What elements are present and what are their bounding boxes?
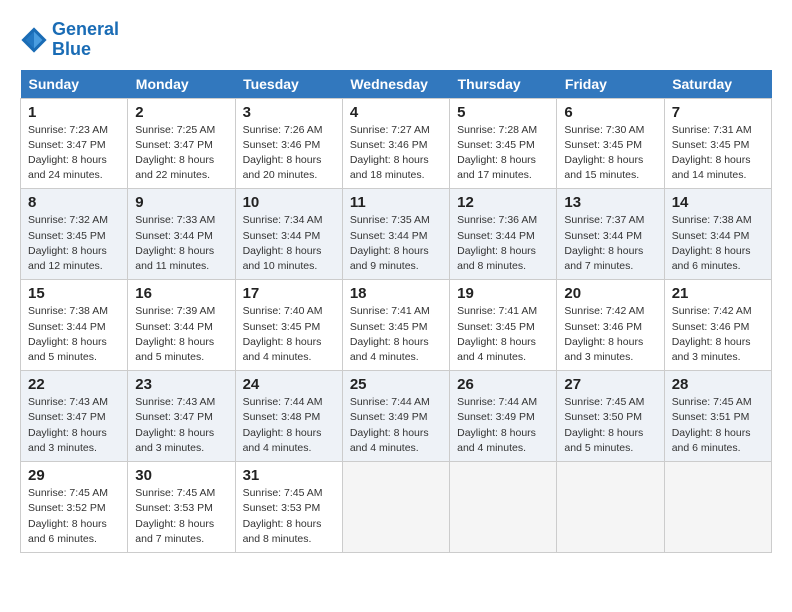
- day-cell: 19Sunrise: 7:41 AMSunset: 3:45 PMDayligh…: [450, 280, 557, 371]
- week-row-5: 29Sunrise: 7:45 AMSunset: 3:52 PMDayligh…: [21, 462, 772, 553]
- day-cell: 26Sunrise: 7:44 AMSunset: 3:49 PMDayligh…: [450, 371, 557, 462]
- logo-text: General Blue: [52, 20, 119, 60]
- page-header: General Blue: [20, 20, 772, 60]
- day-cell: 31Sunrise: 7:45 AMSunset: 3:53 PMDayligh…: [235, 462, 342, 553]
- week-row-2: 8Sunrise: 7:32 AMSunset: 3:45 PMDaylight…: [21, 189, 772, 280]
- day-cell: 10Sunrise: 7:34 AMSunset: 3:44 PMDayligh…: [235, 189, 342, 280]
- day-cell: 6Sunrise: 7:30 AMSunset: 3:45 PMDaylight…: [557, 98, 664, 189]
- day-cell: 8Sunrise: 7:32 AMSunset: 3:45 PMDaylight…: [21, 189, 128, 280]
- day-cell: 13Sunrise: 7:37 AMSunset: 3:44 PMDayligh…: [557, 189, 664, 280]
- col-sunday: Sunday: [21, 70, 128, 99]
- day-cell: [450, 462, 557, 553]
- day-cell: 11Sunrise: 7:35 AMSunset: 3:44 PMDayligh…: [342, 189, 449, 280]
- calendar-table: Sunday Monday Tuesday Wednesday Thursday…: [20, 70, 772, 553]
- day-cell: 24Sunrise: 7:44 AMSunset: 3:48 PMDayligh…: [235, 371, 342, 462]
- col-wednesday: Wednesday: [342, 70, 449, 99]
- day-cell: 30Sunrise: 7:45 AMSunset: 3:53 PMDayligh…: [128, 462, 235, 553]
- day-cell: 28Sunrise: 7:45 AMSunset: 3:51 PMDayligh…: [664, 371, 771, 462]
- col-tuesday: Tuesday: [235, 70, 342, 99]
- day-cell: [664, 462, 771, 553]
- day-cell: 14Sunrise: 7:38 AMSunset: 3:44 PMDayligh…: [664, 189, 771, 280]
- week-row-3: 15Sunrise: 7:38 AMSunset: 3:44 PMDayligh…: [21, 280, 772, 371]
- week-row-4: 22Sunrise: 7:43 AMSunset: 3:47 PMDayligh…: [21, 371, 772, 462]
- col-monday: Monday: [128, 70, 235, 99]
- day-cell: 27Sunrise: 7:45 AMSunset: 3:50 PMDayligh…: [557, 371, 664, 462]
- day-cell: 3Sunrise: 7:26 AMSunset: 3:46 PMDaylight…: [235, 98, 342, 189]
- day-cell: 17Sunrise: 7:40 AMSunset: 3:45 PMDayligh…: [235, 280, 342, 371]
- logo: General Blue: [20, 20, 119, 60]
- day-cell: 15Sunrise: 7:38 AMSunset: 3:44 PMDayligh…: [21, 280, 128, 371]
- col-friday: Friday: [557, 70, 664, 99]
- day-cell: 21Sunrise: 7:42 AMSunset: 3:46 PMDayligh…: [664, 280, 771, 371]
- logo-icon: [20, 26, 48, 54]
- day-cell: 7Sunrise: 7:31 AMSunset: 3:45 PMDaylight…: [664, 98, 771, 189]
- header-row: Sunday Monday Tuesday Wednesday Thursday…: [21, 70, 772, 99]
- day-cell: 1Sunrise: 7:23 AMSunset: 3:47 PMDaylight…: [21, 98, 128, 189]
- day-cell: [342, 462, 449, 553]
- col-thursday: Thursday: [450, 70, 557, 99]
- day-cell: 9Sunrise: 7:33 AMSunset: 3:44 PMDaylight…: [128, 189, 235, 280]
- col-saturday: Saturday: [664, 70, 771, 99]
- day-cell: 20Sunrise: 7:42 AMSunset: 3:46 PMDayligh…: [557, 280, 664, 371]
- day-cell: 2Sunrise: 7:25 AMSunset: 3:47 PMDaylight…: [128, 98, 235, 189]
- day-cell: 22Sunrise: 7:43 AMSunset: 3:47 PMDayligh…: [21, 371, 128, 462]
- day-cell: [557, 462, 664, 553]
- day-cell: 5Sunrise: 7:28 AMSunset: 3:45 PMDaylight…: [450, 98, 557, 189]
- day-cell: 4Sunrise: 7:27 AMSunset: 3:46 PMDaylight…: [342, 98, 449, 189]
- day-cell: 12Sunrise: 7:36 AMSunset: 3:44 PMDayligh…: [450, 189, 557, 280]
- day-cell: 25Sunrise: 7:44 AMSunset: 3:49 PMDayligh…: [342, 371, 449, 462]
- day-cell: 18Sunrise: 7:41 AMSunset: 3:45 PMDayligh…: [342, 280, 449, 371]
- day-cell: 29Sunrise: 7:45 AMSunset: 3:52 PMDayligh…: [21, 462, 128, 553]
- day-cell: 16Sunrise: 7:39 AMSunset: 3:44 PMDayligh…: [128, 280, 235, 371]
- day-cell: 23Sunrise: 7:43 AMSunset: 3:47 PMDayligh…: [128, 371, 235, 462]
- week-row-1: 1Sunrise: 7:23 AMSunset: 3:47 PMDaylight…: [21, 98, 772, 189]
